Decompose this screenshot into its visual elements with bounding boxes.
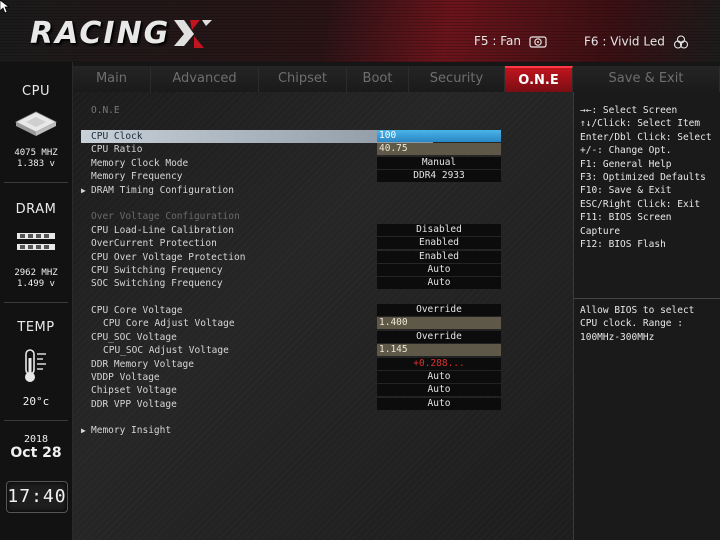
help-line: Enter/Dbl Click: Select xyxy=(580,131,712,143)
racing-x-logo-icon xyxy=(174,20,212,48)
chipset-voltage-value[interactable]: Auto xyxy=(377,384,501,396)
mouse-cursor-icon xyxy=(0,0,10,14)
sidebar-divider xyxy=(4,182,68,183)
ddr-vpp-voltage-value[interactable]: Auto xyxy=(377,398,501,410)
fan-hotkey[interactable]: F5 : Fan xyxy=(474,34,547,49)
help-line: +/-: Change Opt. xyxy=(580,145,672,157)
cpu-soc-voltage-value[interactable]: Override xyxy=(377,331,501,343)
tab-security[interactable]: Security xyxy=(409,66,505,92)
sidebar-divider xyxy=(4,420,68,421)
header-bar: RACING F5 : Fan F6 : Vivid Led xyxy=(0,0,720,62)
help-line: F1: General Help xyxy=(580,158,672,170)
help-line: F11: BIOS Screen xyxy=(580,212,672,224)
vivid-led-hotkey[interactable]: F6 : Vivid Led xyxy=(584,34,689,50)
date-month-day: Oct 28 xyxy=(10,445,62,461)
cpu-frequency: 4075 MHZ xyxy=(14,148,58,158)
help-line: F12: BIOS Flash xyxy=(580,239,666,251)
tab-boot[interactable]: Boot xyxy=(347,66,409,92)
cpu-status: CPU xyxy=(0,84,72,99)
cpu-soc-adjust-voltage-value[interactable]: 1.145 xyxy=(377,344,501,356)
temp-title: TEMP xyxy=(17,320,55,335)
key-help-list: →←: Select Screen ↑↓/Click: Select Item … xyxy=(580,104,720,251)
settings-panel: O.N.E CPU Clock 100 CPU Ratio 40.75 Memo… xyxy=(73,92,573,540)
tab-advanced[interactable]: Advanced xyxy=(151,66,259,92)
cpu-llc-value[interactable]: Disabled xyxy=(377,224,501,236)
cpu-clock-value[interactable]: 100 xyxy=(377,130,501,142)
cpu-switching-frequency-value[interactable]: Auto xyxy=(377,264,501,276)
memory-clock-mode-value[interactable]: Manual xyxy=(377,157,501,169)
soc-switching-frequency-value[interactable]: Auto xyxy=(377,277,501,289)
cpu-core-adjust-voltage-value[interactable]: 1.400 xyxy=(377,317,501,329)
fan-icon xyxy=(529,35,547,48)
help-line: ESC/Right Click: Exit xyxy=(580,198,701,210)
help-panel: →←: Select Screen ↑↓/Click: Select Item … xyxy=(573,92,720,540)
cpu-voltage: 1.383 v xyxy=(17,159,55,169)
cpu-core-voltage-value[interactable]: Override xyxy=(377,304,501,316)
memory-frequency-value[interactable]: DDR4 2933 xyxy=(377,170,501,182)
tab-main[interactable]: Main xyxy=(73,66,151,92)
fan-hotkey-label: F5 : Fan xyxy=(474,34,521,48)
status-sidebar: CPU 4075 MHZ 1.383 v DRAM 2962 MHZ 1.499… xyxy=(0,62,73,540)
submenu-memory-insight[interactable]: ▶ Memory Insight xyxy=(81,424,501,437)
page-header: O.N.E xyxy=(91,105,120,116)
racing-logo: RACING xyxy=(30,16,171,51)
vivid-led-hotkey-label: F6 : Vivid Led xyxy=(584,34,665,49)
date-year: 2018 xyxy=(23,434,49,445)
help-divider xyxy=(574,298,720,299)
temp-status: TEMP xyxy=(0,320,72,335)
dram-frequency: 2962 MHZ xyxy=(14,268,58,278)
temp-value: 20°c xyxy=(22,395,50,408)
submenu-dram-timing[interactable]: ▶ DRAM Timing Configuration xyxy=(81,184,501,197)
clock-display: 17:40 xyxy=(6,481,68,513)
submenu-arrow-icon: ▶ xyxy=(81,186,86,195)
item-description: Allow BIOS to select CPU clock. Range : … xyxy=(580,304,718,344)
help-line: Capture xyxy=(580,225,621,237)
date-display: 2018 Oct 28 xyxy=(0,434,72,461)
dram-module-icon xyxy=(17,233,55,250)
cpu-ovp-value[interactable]: Enabled xyxy=(377,251,501,263)
dram-status: DRAM xyxy=(0,202,72,217)
tab-one[interactable]: O.N.E xyxy=(505,66,573,92)
cpu-title: CPU xyxy=(22,84,50,99)
description-line: 100MHz-300MHz xyxy=(580,331,655,343)
thermometer-icon xyxy=(25,349,46,382)
tab-save-exit[interactable]: Save & Exit xyxy=(573,66,720,92)
cpu-ratio-value[interactable]: 40.75 xyxy=(377,143,501,155)
ddr-memory-voltage-value[interactable]: +0.288... xyxy=(377,358,501,370)
help-line: F3: Optimized Defaults xyxy=(580,172,706,184)
section-over-voltage: Over Voltage Configuration xyxy=(91,211,240,222)
help-line: F10: Save & Exit xyxy=(580,185,672,197)
dram-title: DRAM xyxy=(15,202,57,217)
description-line: CPU clock. Range : xyxy=(580,318,683,330)
led-icon xyxy=(673,35,688,49)
vddp-voltage-value[interactable]: Auto xyxy=(377,371,501,383)
help-line: ↑↓/Click: Select Item xyxy=(580,118,701,130)
submenu-arrow-icon: ▶ xyxy=(81,426,86,435)
tab-chipset[interactable]: Chipset xyxy=(259,66,347,92)
sidebar-divider xyxy=(4,302,68,303)
overcurrent-protection-value[interactable]: Enabled xyxy=(377,237,501,249)
dram-voltage: 1.499 v xyxy=(17,279,55,289)
description-line: Allow BIOS to select xyxy=(580,305,695,316)
help-line: →←: Select Screen xyxy=(580,105,678,116)
cpu-chip-icon xyxy=(15,111,57,136)
tab-bar: Main Advanced Chipset Boot Security O.N.… xyxy=(73,66,720,92)
